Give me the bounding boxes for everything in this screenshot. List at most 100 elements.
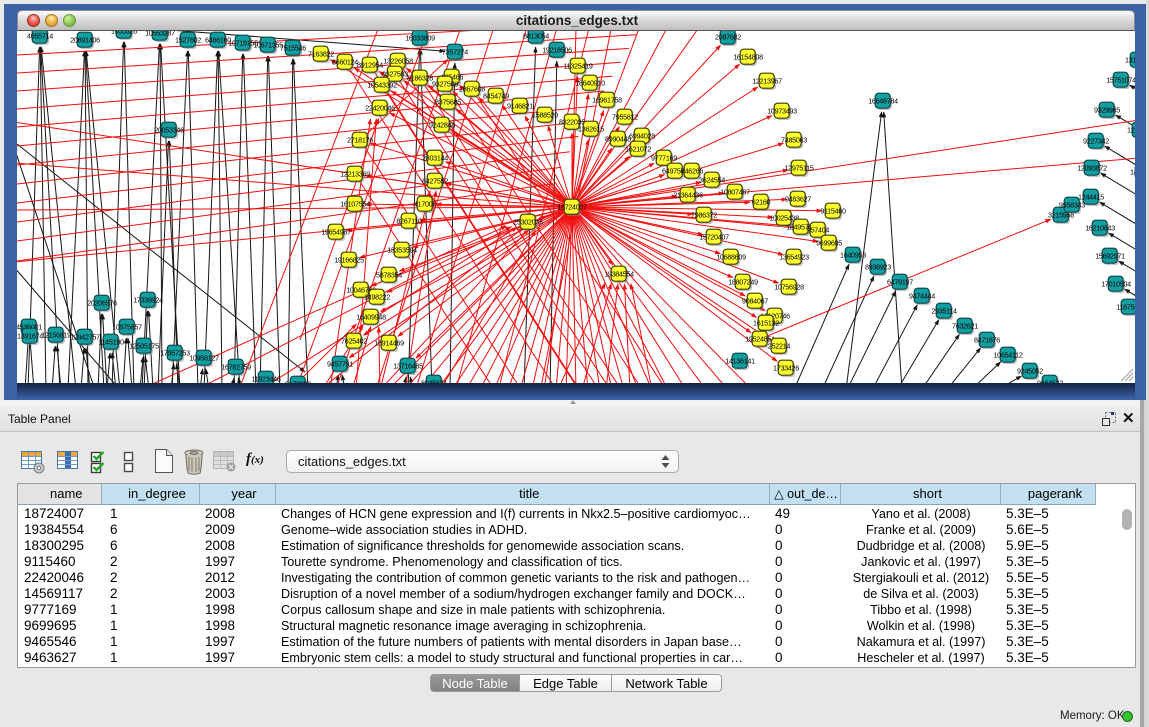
svg-text:9327508: 9327508 xyxy=(432,80,458,89)
svg-text:9664532: 9664532 xyxy=(1037,379,1063,384)
svg-text:10654112: 10654112 xyxy=(993,351,1022,360)
svg-text:13654923: 13654923 xyxy=(779,253,809,262)
svg-text:16648784: 16648784 xyxy=(868,97,898,106)
svg-text:1498222: 1498222 xyxy=(364,293,390,302)
svg-text:1640953: 1640953 xyxy=(840,251,866,260)
svg-text:7986372: 7986372 xyxy=(691,211,717,220)
svg-text:8454749: 8454749 xyxy=(483,92,509,101)
svg-text:13716485: 13716485 xyxy=(393,362,423,371)
svg-text:1391674: 1391674 xyxy=(17,332,43,341)
svg-text:19166825: 19166825 xyxy=(334,256,364,265)
svg-text:9958343: 9958343 xyxy=(1059,201,1085,210)
svg-text:16154808: 16154808 xyxy=(733,53,763,62)
svg-text:15692971: 15692971 xyxy=(1095,252,1125,261)
svg-text:9172393: 9172393 xyxy=(285,380,311,384)
svg-text:1167533: 1167533 xyxy=(1116,303,1135,312)
svg-text:16914469: 16914469 xyxy=(374,339,404,348)
svg-text:19384554: 19384554 xyxy=(604,270,634,279)
svg-text:12213369: 12213369 xyxy=(340,170,370,179)
svg-text:16210643: 16210643 xyxy=(1085,224,1115,233)
svg-text:10807487: 10807487 xyxy=(720,188,750,197)
svg-text:10756928: 10756928 xyxy=(774,283,804,292)
svg-text:20206576: 20206576 xyxy=(87,299,117,308)
svg-text:10543392: 10543392 xyxy=(367,81,397,90)
svg-text:8912954: 8912954 xyxy=(357,61,383,70)
svg-text:2718176: 2718176 xyxy=(347,136,373,145)
svg-text:1588520: 1588520 xyxy=(532,111,558,120)
svg-text:2087682: 2087682 xyxy=(715,33,741,42)
svg-text:8045631: 8045631 xyxy=(421,379,447,384)
svg-text:8186328: 8186328 xyxy=(407,74,433,83)
svg-text:19654987: 19654987 xyxy=(321,228,351,237)
svg-text:7357274: 7357274 xyxy=(442,48,468,57)
svg-text:8471676: 8471676 xyxy=(974,336,1000,345)
svg-text:16033809: 16033809 xyxy=(405,34,435,43)
svg-text:6479197: 6479197 xyxy=(887,278,913,287)
svg-text:14136141: 14136141 xyxy=(725,357,755,366)
svg-text:8660124: 8660124 xyxy=(332,58,358,67)
svg-text:12213967: 12213967 xyxy=(752,77,782,86)
svg-text:1621072: 1621072 xyxy=(625,145,651,154)
svg-text:25302035: 25302035 xyxy=(513,218,543,227)
svg-text:252214: 252214 xyxy=(768,342,790,351)
svg-text:746266: 746266 xyxy=(681,167,703,176)
svg-text:17957253: 17957253 xyxy=(160,349,190,358)
svg-text:1145190: 1145190 xyxy=(98,338,124,347)
svg-text:9227342: 9227342 xyxy=(1083,137,1109,146)
svg-text:18807249: 18807249 xyxy=(728,278,758,287)
svg-text:417006: 417006 xyxy=(414,200,436,209)
svg-text:17339924: 17339924 xyxy=(133,296,163,305)
svg-text:8813054: 8813054 xyxy=(523,32,549,41)
svg-text:20691406: 20691406 xyxy=(70,36,100,45)
svg-text:22420046: 22420046 xyxy=(365,104,395,113)
svg-text:2935114: 2935114 xyxy=(931,307,957,316)
svg-text:62160: 62160 xyxy=(752,198,771,207)
svg-text:20053346: 20053346 xyxy=(154,126,184,135)
svg-text:12505175: 12505175 xyxy=(129,342,159,351)
svg-text:9245052: 9245052 xyxy=(1017,367,1043,376)
svg-text:16107554: 16107554 xyxy=(340,200,370,209)
svg-text:5878354: 5878354 xyxy=(376,271,402,280)
svg-text:12975115: 12975115 xyxy=(784,164,813,173)
svg-text:1527602: 1527602 xyxy=(175,36,201,45)
svg-text:7515546: 7515546 xyxy=(280,44,306,53)
svg-text:9115460: 9115460 xyxy=(820,207,846,216)
svg-text:13353594: 13353594 xyxy=(387,246,417,255)
svg-text:7955812: 7955812 xyxy=(612,113,638,122)
svg-text:12942757: 12942757 xyxy=(70,333,100,342)
svg-text:1410233: 1410233 xyxy=(1130,168,1135,177)
svg-text:2803144: 2803144 xyxy=(422,154,448,163)
svg-text:8267110: 8267110 xyxy=(396,217,422,226)
svg-text:15751074: 15751074 xyxy=(1106,76,1135,85)
svg-text:1615132: 1615132 xyxy=(753,319,779,328)
svg-text:1317205: 1317205 xyxy=(1125,56,1135,65)
svg-text:8990448: 8990448 xyxy=(605,135,631,144)
svg-text:17010504: 17010504 xyxy=(1101,280,1131,289)
svg-text:10973493: 10973493 xyxy=(767,107,797,116)
svg-text:7485063: 7485063 xyxy=(781,136,807,145)
svg-text:12093872: 12093872 xyxy=(1077,164,1107,173)
svg-text:9699695: 9699695 xyxy=(816,239,842,248)
svg-text:10671355: 10671355 xyxy=(253,41,283,50)
svg-text:8427552: 8427552 xyxy=(422,177,448,186)
svg-text:1733426: 1733426 xyxy=(773,364,799,373)
svg-text:18640910: 18640910 xyxy=(575,79,605,88)
svg-text:21364436: 21364436 xyxy=(673,191,703,200)
svg-text:10688609: 10688609 xyxy=(716,253,746,262)
svg-text:16961758: 16961758 xyxy=(592,96,622,105)
svg-text:10553287: 10553287 xyxy=(145,31,175,38)
svg-text:4055714: 4055714 xyxy=(27,32,53,41)
svg-text:16409948: 16409948 xyxy=(356,313,386,322)
svg-text:9084067: 9084067 xyxy=(742,297,768,306)
svg-text:11325419: 11325419 xyxy=(563,62,592,71)
svg-text:10975857: 10975857 xyxy=(112,323,142,332)
svg-text:9242848: 9242848 xyxy=(429,121,455,130)
svg-text:1362615: 1362615 xyxy=(578,125,604,134)
svg-text:18724007: 18724007 xyxy=(557,203,587,212)
svg-text:9329965: 9329965 xyxy=(1094,106,1120,115)
svg-text:1227434: 1227434 xyxy=(1127,126,1135,135)
svg-text:957404: 957404 xyxy=(807,226,829,235)
svg-text:9457791: 9457791 xyxy=(327,360,353,369)
svg-text:12156819: 12156819 xyxy=(41,331,71,340)
svg-text:9463627: 9463627 xyxy=(785,195,811,204)
